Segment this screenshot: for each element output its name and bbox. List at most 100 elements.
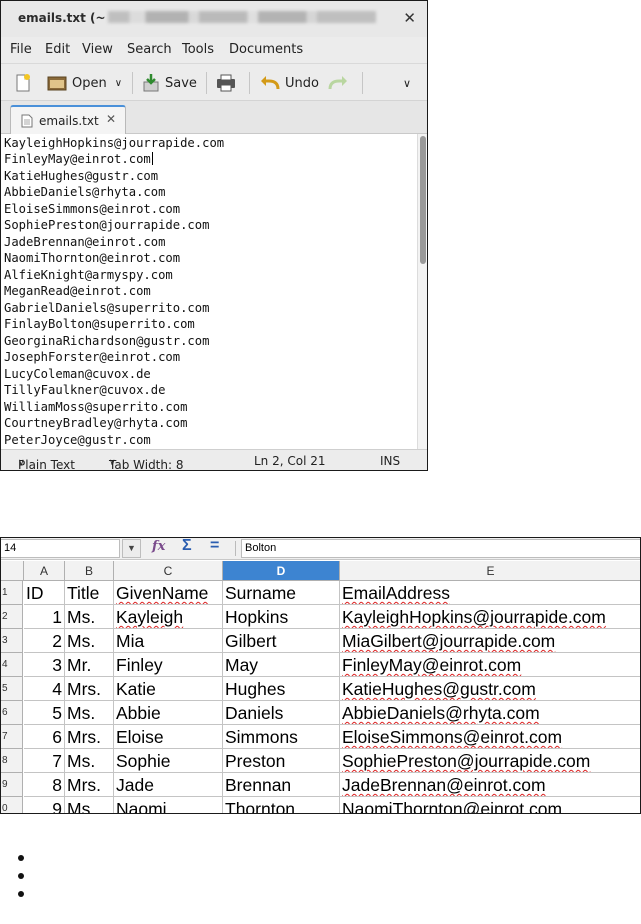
vertical-scrollbar[interactable] (417, 134, 427, 449)
row-header[interactable]: 6 (1, 701, 23, 725)
row-header[interactable]: 8 (1, 749, 23, 773)
cell-a2[interactable]: 1 (24, 605, 65, 629)
cell-c1[interactable]: GivenName (114, 581, 223, 605)
new-document-button[interactable] (13, 72, 33, 94)
cell-a7[interactable]: 6 (24, 725, 65, 749)
redo-button[interactable] (328, 72, 348, 94)
scrollbar-thumb[interactable] (420, 136, 426, 264)
row-header[interactable]: 4 (1, 653, 23, 677)
function-wizard-icon[interactable]: fx (152, 539, 165, 554)
bullet-point (18, 855, 24, 861)
menu-documents[interactable]: Documents (229, 42, 303, 57)
cell-e7[interactable]: EloiseSimmons@einrot.com (340, 725, 640, 749)
cell-e6[interactable]: AbbieDaniels@rhyta.com (340, 701, 640, 725)
open-button[interactable]: Open ∨ (47, 72, 122, 94)
insert-mode: INS (380, 454, 401, 468)
cell-c9[interactable]: Jade (114, 773, 223, 797)
column-header-c[interactable]: C (114, 561, 223, 581)
cell-e8[interactable]: SophiePreston@jourrapide.com (340, 749, 640, 773)
cell-a10[interactable]: 9 (24, 797, 65, 813)
cell-c3[interactable]: Mia (114, 629, 223, 653)
cell-d5[interactable]: Hughes (223, 677, 340, 701)
window-close-icon[interactable]: ✕ (403, 9, 416, 27)
cell-a1[interactable]: ID (24, 581, 65, 605)
row-header[interactable]: 3 (1, 629, 23, 653)
formula-input[interactable]: Bolton (241, 539, 640, 558)
editor-line: GeorginaRichardson@gustr.com (4, 333, 210, 348)
cell-c6[interactable]: Abbie (114, 701, 223, 725)
undo-button[interactable]: Undo (260, 72, 319, 94)
cell-a6[interactable]: 5 (24, 701, 65, 725)
cell-c10[interactable]: Naomi (114, 797, 223, 813)
editor-line: JadeBrennan@einrot.com (4, 234, 166, 249)
cell-c8[interactable]: Sophie (114, 749, 223, 773)
tab-bar: emails.txt ✕ (1, 101, 427, 135)
cell-c2[interactable]: Kayleigh (114, 605, 223, 629)
cell-e1[interactable]: EmailAddress (340, 581, 640, 605)
row-header[interactable]: 9 (1, 773, 23, 797)
row-header[interactable]: 0 (1, 797, 23, 813)
save-button[interactable]: Save (142, 72, 197, 94)
text-editor[interactable]: KayleighHopkins@jourrapide.com FinleyMay… (1, 134, 417, 449)
select-all-corner[interactable] (1, 561, 24, 581)
cell-d1[interactable]: Surname (223, 581, 340, 605)
cell-d7[interactable]: Simmons (223, 725, 340, 749)
cell-a8[interactable]: 7 (24, 749, 65, 773)
cell-b5[interactable]: Mrs. (65, 677, 114, 701)
column-header-d[interactable]: D (223, 561, 340, 581)
row-header[interactable]: 7 (1, 725, 23, 749)
cell-b9[interactable]: Mrs. (65, 773, 114, 797)
cell-b8[interactable]: Ms. (65, 749, 114, 773)
cell-a9[interactable]: 8 (24, 773, 65, 797)
cell-c7[interactable]: Eloise (114, 725, 223, 749)
cell-d4[interactable]: May (223, 653, 340, 677)
column-header-e[interactable]: E (340, 561, 640, 581)
open-dropdown-icon[interactable]: ∨ (115, 78, 122, 89)
cell-d3[interactable]: Gilbert (223, 629, 340, 653)
cell-a4[interactable]: 3 (24, 653, 65, 677)
menu-view[interactable]: View (82, 42, 113, 57)
cell-e4[interactable]: FinleyMay@einrot.com (340, 653, 640, 677)
cell-b3[interactable]: Ms. (65, 629, 114, 653)
cell-e10[interactable]: NaomiThornton@einrot.com (340, 797, 640, 813)
overflow-menu-button[interactable]: ∨ (403, 72, 411, 94)
spreadsheet-window: 14 ▼ fx Σ = Bolton A B C D E 1 ID Title … (0, 537, 641, 814)
cell-e5[interactable]: KatieHughes@gustr.com (340, 677, 640, 701)
cell-b2[interactable]: Ms. (65, 605, 114, 629)
tab-close-icon[interactable]: ✕ (106, 112, 116, 126)
column-header-b[interactable]: B (65, 561, 114, 581)
cell-a3[interactable]: 2 (24, 629, 65, 653)
menu-file[interactable]: File (10, 42, 32, 57)
row-header[interactable]: 5 (1, 677, 23, 701)
cell-b6[interactable]: Ms. (65, 701, 114, 725)
tab-emails[interactable]: emails.txt ✕ (10, 105, 126, 135)
window-titlebar[interactable]: emails.txt (~ ✕ (1, 1, 427, 37)
row-header[interactable]: 2 (1, 605, 23, 629)
cell-e9[interactable]: JadeBrennan@einrot.com (340, 773, 640, 797)
cell-c5[interactable]: Katie (114, 677, 223, 701)
cell-e2[interactable]: KayleighHopkins@jourrapide.com (340, 605, 640, 629)
cell-b1[interactable]: Title (65, 581, 114, 605)
cell-d6[interactable]: Daniels (223, 701, 340, 725)
cell-c4[interactable]: Finley (114, 653, 223, 677)
cell-a5[interactable]: 4 (24, 677, 65, 701)
name-box[interactable]: 14 (1, 539, 120, 558)
menu-tools[interactable]: Tools (182, 42, 214, 57)
sum-icon[interactable]: Σ (182, 538, 192, 555)
blurred-path (107, 11, 376, 23)
print-button[interactable] (216, 72, 236, 94)
cell-e3[interactable]: MiaGilbert@jourrapide.com (340, 629, 640, 653)
row-header[interactable]: 1 (1, 581, 23, 605)
cell-d9[interactable]: Brennan (223, 773, 340, 797)
formula-icon[interactable]: = (210, 538, 219, 555)
cell-d8[interactable]: Preston (223, 749, 340, 773)
column-header-a[interactable]: A (24, 561, 65, 581)
cell-b4[interactable]: Mr. (65, 653, 114, 677)
name-box-dropdown-icon[interactable]: ▼ (122, 539, 141, 558)
cell-d10[interactable]: Thornton (223, 797, 340, 813)
cell-b10[interactable]: Ms. (65, 797, 114, 813)
cell-b7[interactable]: Mrs. (65, 725, 114, 749)
menu-search[interactable]: Search (127, 42, 172, 57)
menu-edit[interactable]: Edit (45, 42, 70, 57)
cell-d2[interactable]: Hopkins (223, 605, 340, 629)
